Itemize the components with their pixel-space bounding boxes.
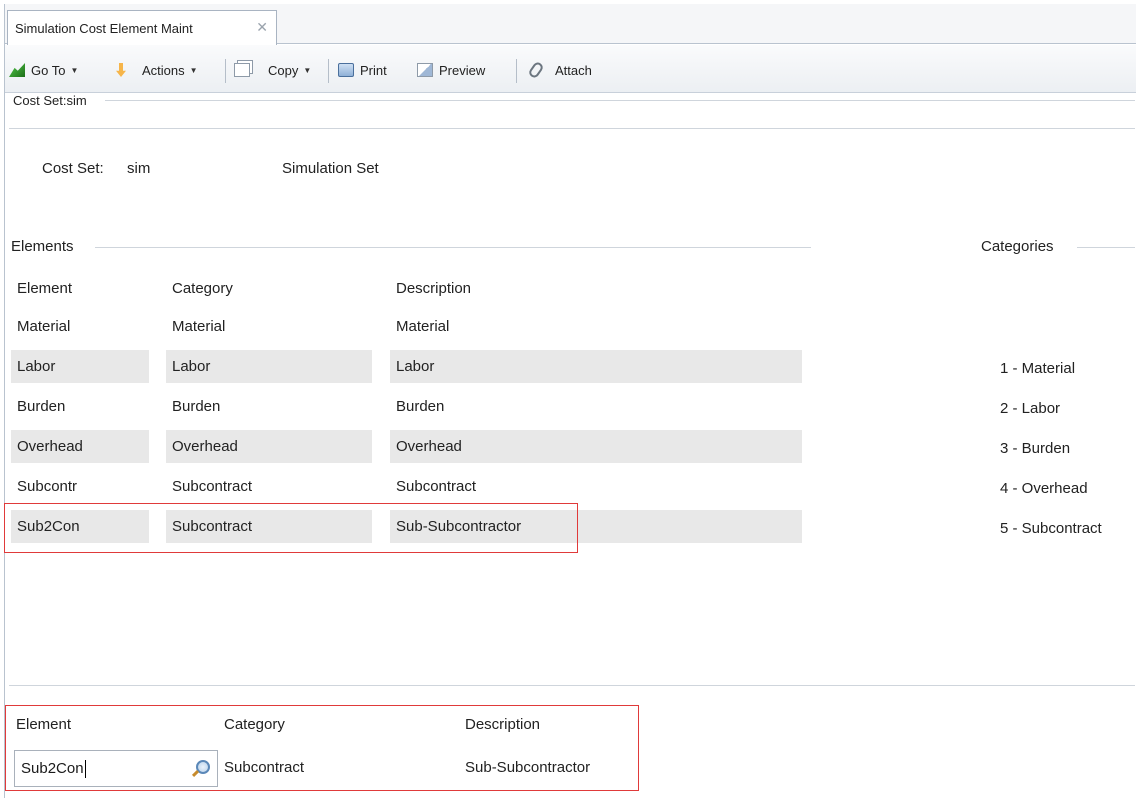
tab-strip: Simulation Cost Element Maint ✕ <box>5 4 1136 45</box>
category-item: 5 - Subcontract <box>1000 520 1102 537</box>
table-row-description[interactable]: Burden <box>390 390 802 423</box>
table-row-element[interactable]: Material <box>11 310 149 343</box>
copy-label: Copy <box>268 62 299 78</box>
table-row-category[interactable]: Burden <box>166 390 372 423</box>
table-row-category[interactable]: Labor <box>166 350 372 383</box>
table-row-category[interactable]: Overhead <box>166 430 372 463</box>
tab-simulation-cost-element-maint[interactable]: Simulation Cost Element Maint ✕ <box>7 10 277 45</box>
tab-title: Simulation Cost Element Maint <box>15 20 193 36</box>
table-row-element[interactable]: Burden <box>11 390 149 423</box>
detail-element-label: Element <box>16 716 72 733</box>
attach-label: Attach <box>555 62 592 78</box>
copy-button[interactable]: Copy ▼ <box>234 59 311 81</box>
goto-label: Go To <box>31 62 66 78</box>
table-row-description[interactable]: Subcontract <box>390 470 802 503</box>
chevron-down-icon: ▼ <box>70 65 79 75</box>
element-input-value: Sub2Con <box>21 760 84 777</box>
print-label: Print <box>360 62 387 78</box>
costset-label: Cost Set: <box>42 160 104 177</box>
detail-description-value: Sub-Subcontractor <box>465 759 591 776</box>
toolbar-separator <box>328 59 329 83</box>
group-divider <box>95 247 811 248</box>
attach-button[interactable]: Attach <box>527 59 592 81</box>
actions-button[interactable]: Actions ▼ <box>116 59 198 81</box>
elements-group-label: Elements <box>11 238 78 255</box>
table-row-description[interactable]: Material <box>390 310 802 343</box>
paperclip-icon <box>527 60 545 80</box>
text-cursor <box>84 759 86 778</box>
section-divider <box>9 685 1135 686</box>
chevron-down-icon: ▼ <box>189 65 198 75</box>
search-icon[interactable] <box>196 760 210 774</box>
category-item: 3 - Burden <box>1000 440 1071 457</box>
toolbar-separator <box>516 59 517 83</box>
preview-icon <box>417 63 433 77</box>
group-divider <box>1077 247 1135 248</box>
costset-id: sim <box>127 160 151 177</box>
table-row-category[interactable]: Material <box>166 310 372 343</box>
column-header-element: Element <box>17 280 73 297</box>
column-header-description: Description <box>396 280 472 297</box>
close-icon[interactable]: ✕ <box>256 19 268 36</box>
group-divider <box>105 100 1135 101</box>
category-item: 1 - Material <box>1000 360 1076 377</box>
goto-button[interactable]: Go To ▼ <box>9 59 78 81</box>
section-divider <box>9 128 1135 129</box>
print-button[interactable]: Print <box>338 59 387 81</box>
category-item: 4 - Overhead <box>1000 480 1088 497</box>
table-row-description[interactable]: Overhead <box>390 430 802 463</box>
actions-label: Actions <box>142 62 185 78</box>
preview-label: Preview <box>439 62 486 78</box>
goto-icon <box>9 63 25 77</box>
preview-button[interactable]: Preview <box>417 59 485 81</box>
actions-icon <box>116 63 126 77</box>
costset-description: Simulation Set <box>282 160 379 177</box>
table-row-element[interactable]: Overhead <box>11 430 149 463</box>
column-header-category: Category <box>172 280 233 297</box>
chevron-down-icon: ▼ <box>303 65 312 75</box>
table-row-element[interactable]: Subcontr <box>11 470 149 503</box>
toolbar: Go To ▼ Actions ▼ Copy ▼ Print Preview A… <box>5 45 1136 93</box>
category-item: 2 - Labor <box>1000 400 1061 417</box>
highlight-selected-row <box>4 503 578 553</box>
table-row-element[interactable]: Labor <box>11 350 149 383</box>
toolbar-separator <box>225 59 226 83</box>
main-window: Simulation Cost Element Maint ✕ Go To ▼ … <box>4 4 1136 798</box>
categories-group-label: Categories <box>981 238 1058 255</box>
costset-group-label: Cost Set:sim <box>13 93 91 108</box>
detail-category-value: Subcontract <box>224 759 305 776</box>
copy-icon <box>234 63 250 77</box>
print-icon <box>338 63 354 77</box>
element-input[interactable]: Sub2Con <box>14 750 218 787</box>
table-row-category[interactable]: Subcontract <box>166 470 372 503</box>
detail-category-label: Category <box>224 716 285 733</box>
table-row-description[interactable]: Labor <box>390 350 802 383</box>
detail-description-label: Description <box>465 716 541 733</box>
